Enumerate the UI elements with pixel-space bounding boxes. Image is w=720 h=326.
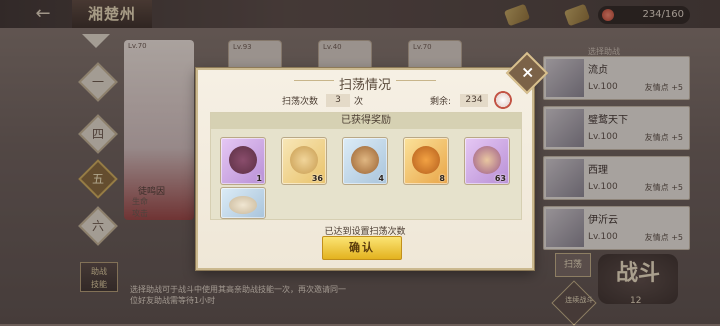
- reward-item[interactable]: 63: [464, 137, 510, 185]
- confirm-button[interactable]: 确认: [322, 236, 402, 260]
- feather-icon: [229, 196, 257, 214]
- purple-fruit-icon: [229, 146, 257, 174]
- reward-item[interactable]: 1: [220, 137, 266, 185]
- cookie-icon: [290, 146, 318, 174]
- dialog-title: 扫荡情况: [338, 78, 391, 93]
- sweep-count-value: 3: [326, 94, 350, 107]
- reward-item[interactable]: 4: [342, 137, 388, 185]
- rewards-title: 已获得奖励: [211, 113, 521, 129]
- close-icon: ×: [521, 62, 535, 82]
- bowl-icon: [494, 91, 512, 109]
- reward-item[interactable]: 36: [281, 137, 327, 185]
- title-ornament: [396, 80, 436, 81]
- sweep-result-dialog: 扫荡情况 扫荡次数 3 次 剩余: 234 已获得奖励 1 36 4 8 63: [196, 68, 534, 270]
- remain-label: 剩余:: [430, 97, 452, 107]
- nut-icon: [351, 146, 379, 174]
- rewards-panel: 已获得奖励 1 36 4 8 63: [210, 112, 522, 220]
- sweep-count-unit: 次: [354, 97, 364, 107]
- reward-item[interactable]: [220, 187, 266, 219]
- sweep-count-label: 扫荡次数: [282, 97, 319, 107]
- remain-value: 234: [460, 94, 488, 107]
- orange-fruit-icon: [412, 146, 440, 174]
- candy-icon: [473, 146, 501, 174]
- reward-item[interactable]: 8: [403, 137, 449, 185]
